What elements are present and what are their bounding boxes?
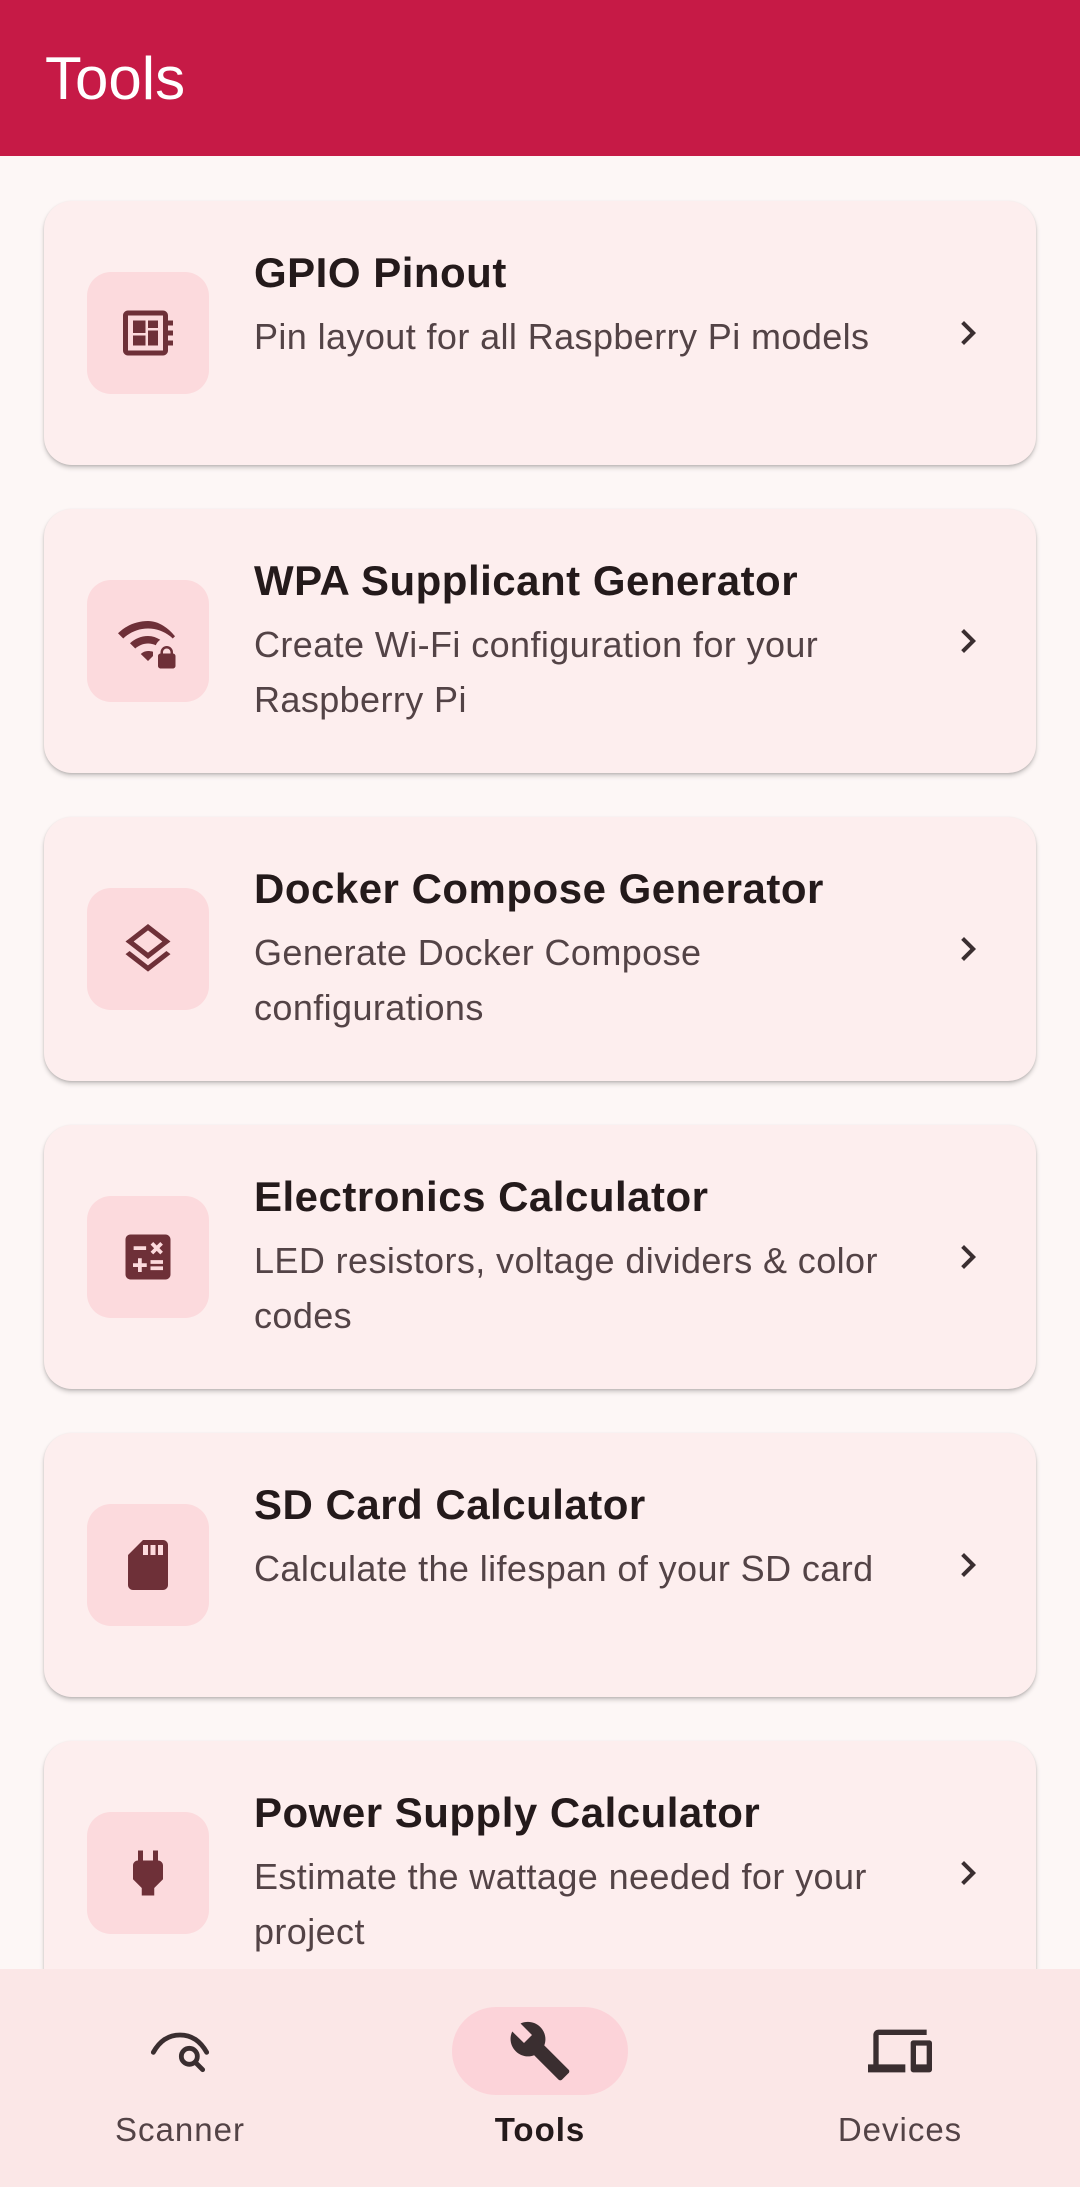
scan-eye-icon [150,2032,210,2073]
tool-card-electronics-calculator[interactable]: Electronics Calculator LED resistors, vo… [44,1125,1036,1389]
tool-title: Power Supply Calculator [254,1789,761,1836]
nav-item-scanner[interactable]: Scanner [0,1969,360,2187]
chevron-right-icon [961,629,976,653]
tool-description: Create Wi-Fi configuration for your Rasp… [254,624,819,720]
chevron-right-icon [961,1553,976,1577]
chevron-right-icon [961,1861,976,1885]
devices-icon [868,2029,932,2073]
chevron-right-icon [961,321,976,345]
tool-card-sd-card-calculator[interactable]: SD Card Calculator Calculate the lifespa… [44,1433,1036,1697]
tools-list[interactable]: GPIO Pinout Pin layout for all Raspberry… [0,156,1080,1969]
nav-label: Devices [837,2111,963,2148]
tool-title: WPA Supplicant Generator [254,557,799,604]
nav-pill-active [452,2007,628,2095]
calculate-icon [87,1196,209,1318]
tool-description: Generate Docker Compose configurations [254,932,702,1028]
tool-card-gpio-pinout[interactable]: GPIO Pinout Pin layout for all Raspberry… [44,201,1036,465]
page-title: Tools [45,45,186,112]
wifi-lock-icon [87,580,209,702]
chevron-right-icon [961,937,976,961]
chevron-right-icon [961,1245,976,1269]
top-app-bar: Tools [0,0,1080,156]
nav-label: Scanner [115,2111,245,2148]
tool-title: SD Card Calculator [254,1481,646,1528]
tool-title: Docker Compose Generator [254,865,824,912]
sd-card-icon [87,1504,209,1626]
nav-pill [812,2007,988,2095]
tool-description: LED resistors, voltage dividers & color … [254,1240,878,1336]
bottom-navigation: Scanner Tools Devices [0,1969,1080,2187]
developer-board-icon [87,272,209,394]
tool-card-power-supply-calculator[interactable]: Power Supply Calculator Estimate the wat… [44,1741,1036,1969]
tool-card-wpa-supplicant[interactable]: WPA Supplicant Generator Create Wi-Fi co… [44,509,1036,773]
tool-description: Estimate the wattage needed for your pro… [254,1856,867,1952]
layers-icon [87,888,209,1010]
tool-card-docker-compose[interactable]: Docker Compose Generator Generate Docker… [44,817,1036,1081]
nav-item-tools[interactable]: Tools [360,1969,720,2187]
power-plug-icon [87,1812,209,1934]
wrench-icon [510,2021,570,2081]
tool-title: GPIO Pinout [254,249,507,296]
nav-item-devices[interactable]: Devices [720,1969,1080,2187]
nav-pill [92,2007,268,2095]
nav-label: Tools [494,2111,586,2148]
tool-description: Calculate the lifespan of your SD card [254,1548,874,1589]
tool-description: Pin layout for all Raspberry Pi models [254,316,870,357]
tool-title: Electronics Calculator [254,1173,709,1220]
